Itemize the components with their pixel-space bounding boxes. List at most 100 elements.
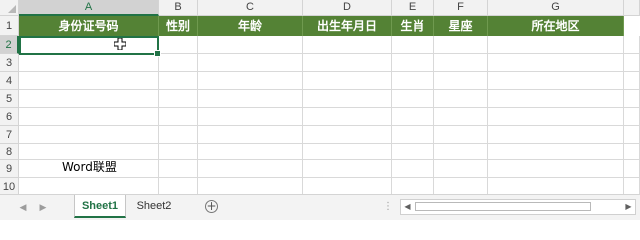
select-all-corner[interactable] bbox=[0, 0, 19, 16]
grid-cell[interactable] bbox=[19, 90, 159, 108]
grid-cell[interactable] bbox=[624, 126, 640, 144]
grid-cell[interactable] bbox=[434, 178, 488, 194]
table-header-region[interactable]: 所在地区 bbox=[488, 16, 624, 36]
grid-cell[interactable] bbox=[198, 72, 303, 90]
grid-cell[interactable] bbox=[488, 178, 624, 194]
grid-cell[interactable] bbox=[434, 160, 488, 178]
grid-cell[interactable] bbox=[392, 126, 434, 144]
add-sheet-icon[interactable]: + bbox=[205, 200, 218, 213]
grid-cell[interactable] bbox=[434, 72, 488, 90]
row-header-7[interactable]: 7 bbox=[0, 126, 19, 144]
column-header-c[interactable]: C bbox=[198, 0, 303, 16]
tab-scroll-right-icon[interactable]: ▶ bbox=[38, 202, 48, 214]
grid-cell[interactable] bbox=[624, 108, 640, 126]
grid-cell[interactable] bbox=[303, 108, 392, 126]
grid-cell[interactable] bbox=[434, 36, 488, 54]
grid-cell[interactable] bbox=[303, 90, 392, 108]
grid-cell[interactable] bbox=[392, 90, 434, 108]
grid-cell[interactable] bbox=[488, 36, 624, 54]
grid-cell[interactable] bbox=[488, 160, 624, 178]
table-header-zodiac[interactable]: 生肖 bbox=[392, 16, 434, 36]
column-header-a[interactable]: A bbox=[19, 0, 159, 16]
grid-cell[interactable] bbox=[488, 108, 624, 126]
grid-cell[interactable] bbox=[392, 160, 434, 178]
grid-cell[interactable] bbox=[198, 36, 303, 54]
grid-cell[interactable] bbox=[434, 90, 488, 108]
row-header-10[interactable]: 10 bbox=[0, 178, 19, 194]
scroll-right-icon[interactable]: ▶ bbox=[622, 200, 635, 214]
grid-cell[interactable] bbox=[159, 108, 198, 126]
grid-cell[interactable] bbox=[159, 90, 198, 108]
grid-cell[interactable] bbox=[488, 72, 624, 90]
grid-cell[interactable] bbox=[434, 54, 488, 72]
grid-cell[interactable] bbox=[624, 160, 640, 178]
scroll-thumb[interactable] bbox=[415, 202, 591, 211]
grid-cell[interactable] bbox=[159, 54, 198, 72]
tab-scroll-left-icon[interactable]: ◀ bbox=[18, 202, 28, 214]
table-header-birth-date[interactable]: 出生年月日 bbox=[303, 16, 392, 36]
row-header-5[interactable]: 5 bbox=[0, 90, 19, 108]
grid-cell[interactable] bbox=[392, 54, 434, 72]
grid-cell[interactable] bbox=[392, 144, 434, 160]
grid-cell[interactable] bbox=[303, 72, 392, 90]
grid-cell[interactable] bbox=[392, 178, 434, 194]
grid-cell[interactable] bbox=[198, 178, 303, 194]
table-header-id-number[interactable]: 身份证号码 bbox=[19, 16, 159, 36]
column-header-f[interactable]: F bbox=[434, 0, 488, 16]
row-header-9[interactable]: 9 bbox=[0, 160, 19, 178]
row-header-6[interactable]: 6 bbox=[0, 108, 19, 126]
row-header-8[interactable]: 8 bbox=[0, 144, 19, 160]
selected-cell-a2[interactable] bbox=[19, 36, 161, 57]
row-header-2[interactable]: 2 bbox=[0, 36, 19, 54]
grid-cell[interactable] bbox=[19, 54, 159, 72]
horizontal-scrollbar[interactable]: ◀ ▶ bbox=[400, 199, 636, 215]
grid-cell[interactable] bbox=[624, 178, 640, 194]
grid-cell[interactable] bbox=[19, 72, 159, 90]
splitter-handle-icon[interactable]: ⋮ bbox=[383, 202, 393, 212]
grid-cell[interactable] bbox=[488, 144, 624, 160]
column-header-d[interactable]: D bbox=[303, 0, 392, 16]
grid-cell[interactable] bbox=[159, 144, 198, 160]
table-header-age[interactable]: 年龄 bbox=[198, 16, 303, 36]
grid-cell[interactable] bbox=[198, 126, 303, 144]
scroll-left-icon[interactable]: ◀ bbox=[401, 200, 414, 214]
grid-cell[interactable] bbox=[159, 36, 198, 54]
grid-cell[interactable] bbox=[392, 36, 434, 54]
grid-cell[interactable] bbox=[198, 90, 303, 108]
grid-cell[interactable] bbox=[303, 160, 392, 178]
grid-cell[interactable] bbox=[198, 54, 303, 72]
grid-cell[interactable] bbox=[392, 72, 434, 90]
grid-cell[interactable] bbox=[159, 178, 198, 194]
grid-cell[interactable] bbox=[159, 160, 198, 178]
table-header-gender[interactable]: 性别 bbox=[159, 16, 198, 36]
tab-sheet1[interactable]: Sheet1 bbox=[74, 195, 126, 218]
row-header-4[interactable]: 4 bbox=[0, 72, 19, 90]
row-header-3[interactable]: 3 bbox=[0, 54, 19, 72]
grid-cell[interactable] bbox=[159, 72, 198, 90]
grid-cell[interactable] bbox=[303, 36, 392, 54]
grid-cell[interactable] bbox=[198, 108, 303, 126]
grid-cell[interactable] bbox=[624, 90, 640, 108]
column-header-next[interactable] bbox=[624, 0, 640, 16]
column-header-e[interactable]: E bbox=[392, 0, 434, 16]
grid-cell[interactable] bbox=[19, 108, 159, 126]
grid-cell[interactable] bbox=[434, 144, 488, 160]
grid-cell[interactable] bbox=[159, 126, 198, 144]
grid-cell[interactable] bbox=[19, 178, 159, 194]
row-header-1[interactable]: 1 bbox=[0, 16, 19, 36]
grid-cell[interactable] bbox=[434, 108, 488, 126]
grid-cell[interactable] bbox=[434, 126, 488, 144]
grid-cell[interactable] bbox=[303, 54, 392, 72]
grid-cell[interactable] bbox=[624, 54, 640, 72]
grid-cell[interactable] bbox=[303, 144, 392, 160]
tab-sheet2[interactable]: Sheet2 bbox=[130, 195, 178, 218]
grid-cell[interactable] bbox=[198, 160, 303, 178]
grid-cell[interactable] bbox=[488, 126, 624, 144]
grid-cell[interactable] bbox=[303, 178, 392, 194]
table-header-constellation[interactable]: 星座 bbox=[434, 16, 488, 36]
grid-cell[interactable] bbox=[392, 108, 434, 126]
grid-cell[interactable] bbox=[198, 144, 303, 160]
grid-cell[interactable] bbox=[488, 54, 624, 72]
column-header-b[interactable]: B bbox=[159, 0, 198, 16]
grid-cell[interactable] bbox=[488, 90, 624, 108]
